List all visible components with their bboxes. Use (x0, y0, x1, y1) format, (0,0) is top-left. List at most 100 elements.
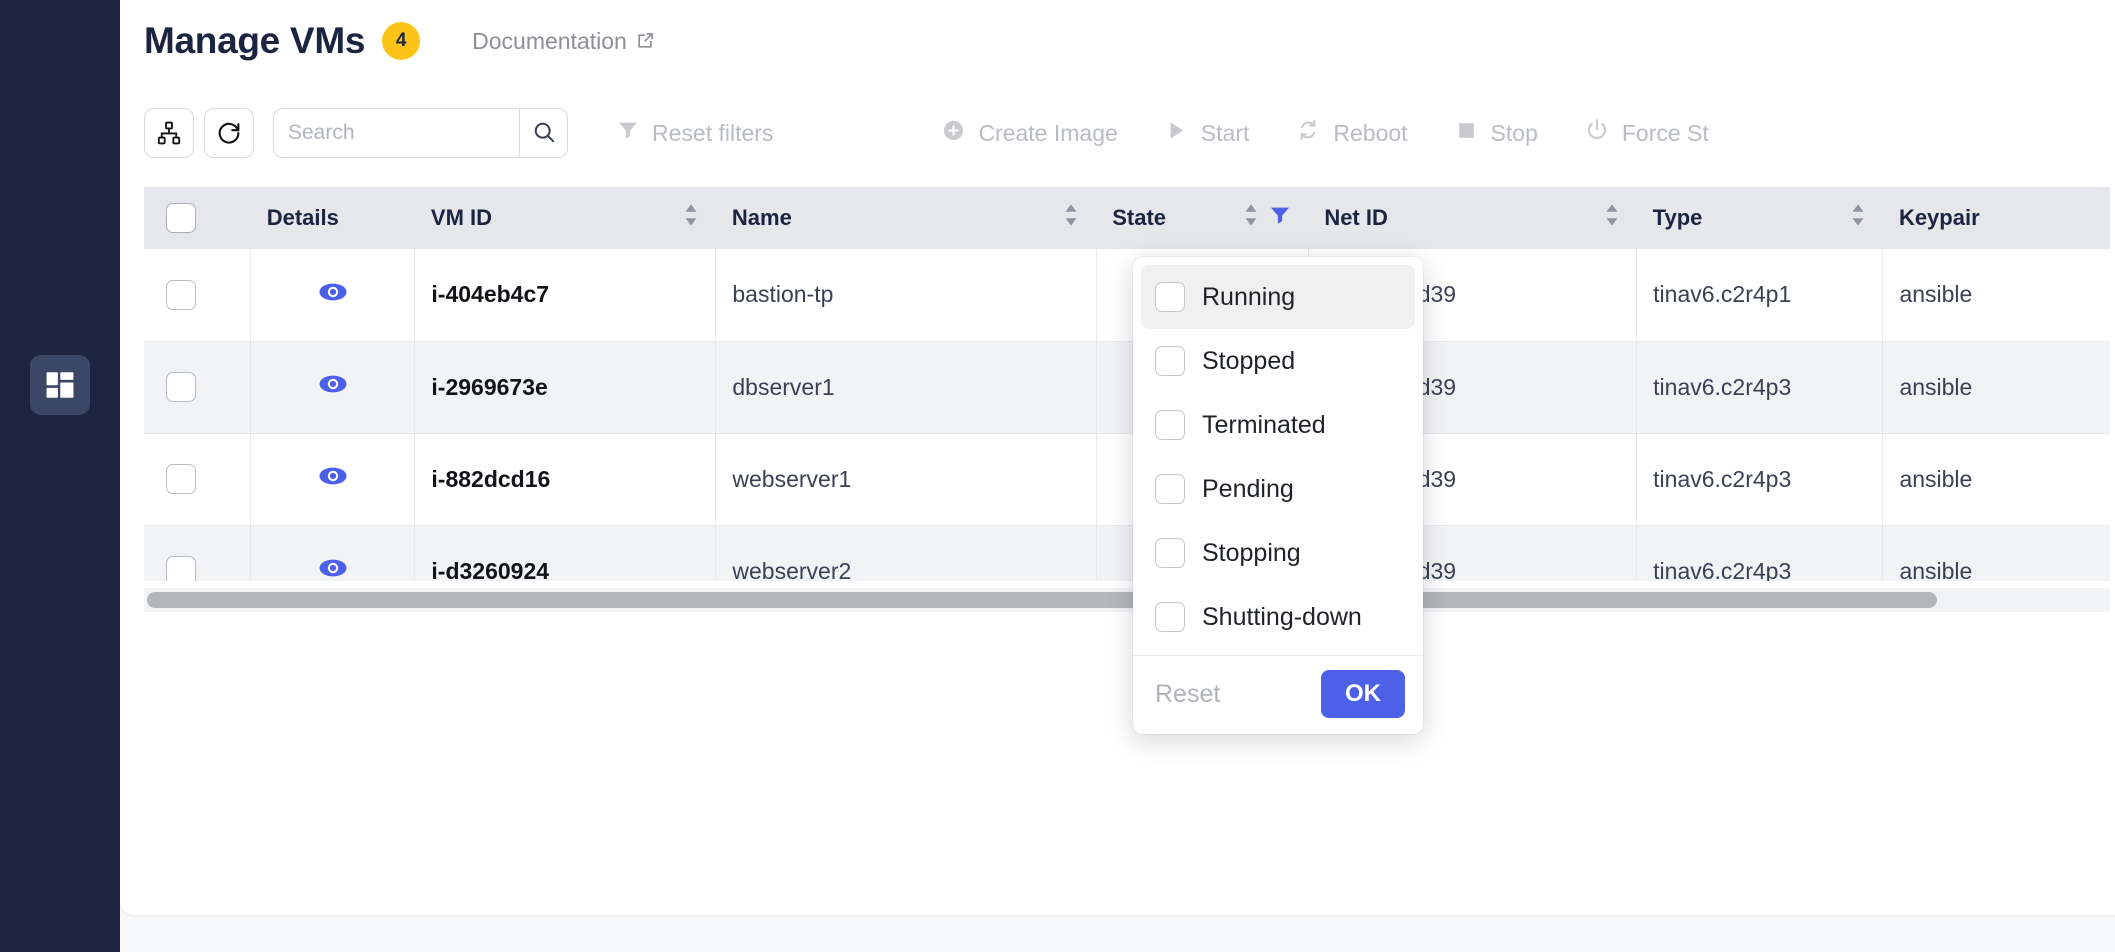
documentation-link[interactable]: Documentation (472, 28, 655, 55)
cell-keypair: ansible (1883, 341, 2110, 433)
state-filter-options: Running Stopped Terminated Pending Stopping S… (1133, 265, 1423, 649)
sort-icon-vm-id[interactable] (682, 202, 700, 234)
stop-button[interactable]: Stop (1454, 118, 1538, 149)
row-checkbox[interactable] (166, 280, 196, 310)
state-filter-option-label: Shutting-down (1202, 603, 1362, 632)
cell-vm-id: i-2969673e (415, 341, 716, 433)
cell-name: webserver1 (716, 433, 1096, 525)
row-details-cell (251, 249, 415, 341)
th-net-id[interactable]: Net ID (1308, 187, 1636, 249)
row-checkbox[interactable] (166, 556, 196, 581)
state-filter-option-checkbox[interactable] (1155, 346, 1185, 376)
eye-icon[interactable] (316, 459, 350, 499)
state-filter-option-label: Pending (1202, 475, 1294, 504)
state-filter-option-checkbox[interactable] (1155, 538, 1185, 568)
state-filter-ok-button[interactable]: OK (1321, 670, 1405, 718)
cell-vm-id: i-d3260924 (415, 525, 716, 581)
select-all-checkbox[interactable] (166, 203, 196, 233)
plus-circle-icon (941, 118, 966, 149)
force-stop-button[interactable]: Force St (1584, 117, 1709, 149)
state-filter-option-label: Stopped (1202, 347, 1295, 376)
sitemap-icon (156, 120, 182, 146)
sort-icon-type[interactable] (1849, 202, 1867, 234)
start-button[interactable]: Start (1164, 118, 1250, 149)
vm-table-header-row: Details VM ID (144, 187, 2110, 249)
th-state[interactable]: State (1096, 187, 1308, 249)
sort-icon-name[interactable] (1062, 202, 1080, 234)
state-filter-option-checkbox[interactable] (1155, 410, 1185, 440)
sidebar (0, 0, 120, 952)
refresh-button[interactable] (204, 108, 254, 158)
search-icon (531, 119, 557, 148)
stop-label: Stop (1491, 120, 1538, 147)
filter-icon (616, 118, 640, 148)
eye-icon[interactable] (316, 275, 350, 315)
state-filter-option[interactable]: Running (1141, 265, 1415, 329)
sidebar-item-dashboard[interactable] (30, 355, 90, 415)
state-filter-dropdown: Running Stopped Terminated Pending Stopping S… (1133, 257, 1423, 734)
th-type-label: Type (1653, 205, 1703, 231)
eye-icon[interactable] (316, 367, 350, 407)
filter-icon-state[interactable] (1268, 203, 1292, 233)
state-filter-option-checkbox[interactable] (1155, 282, 1185, 312)
table-horizontal-scrollbar[interactable] (144, 588, 2110, 612)
row-checkbox[interactable] (166, 372, 196, 402)
table-scrollbar-thumb[interactable] (147, 592, 1937, 608)
state-filter-option-label: Stopping (1202, 539, 1301, 568)
search-box (273, 108, 568, 158)
th-type[interactable]: Type (1637, 187, 1883, 249)
reset-filters-label: Reset filters (652, 120, 773, 147)
search-button[interactable] (519, 109, 567, 157)
sort-icon-net-id[interactable] (1603, 202, 1621, 234)
search-input[interactable] (274, 109, 519, 157)
page-card: Manage VMs 4 Documentation (120, 0, 2115, 915)
state-filter-option[interactable]: Shutting-down (1141, 585, 1415, 649)
state-filter-option-label: Running (1202, 283, 1295, 312)
state-filter-footer: Reset OK (1133, 655, 1423, 734)
sort-icon-state[interactable] (1242, 202, 1260, 234)
cell-vm-id: i-404eb4c7 (415, 249, 716, 341)
th-select-all (144, 187, 251, 249)
state-filter-option[interactable]: Stopped (1141, 329, 1415, 393)
sitemap-button[interactable] (144, 108, 194, 158)
row-checkbox[interactable] (166, 464, 196, 494)
toolbar: Reset filters Create Image (144, 107, 2115, 159)
th-details: Details (251, 187, 415, 249)
cell-type: tinav6.c2r4p3 (1637, 525, 1883, 581)
app-root: Manage VMs 4 Documentation (0, 0, 2115, 952)
state-filter-option[interactable]: Stopping (1141, 521, 1415, 585)
start-label: Start (1201, 120, 1250, 147)
create-image-button[interactable]: Create Image (941, 118, 1117, 149)
th-net-id-label: Net ID (1324, 205, 1388, 231)
cell-keypair: ansible (1883, 249, 2110, 341)
table-row[interactable]: i-d3260924webserver2vpc-c8ffdd39tinav6.c… (144, 525, 2110, 581)
table-row[interactable]: i-882dcd16webserver1vpc-c8ffdd39tinav6.c… (144, 433, 2110, 525)
play-icon (1164, 118, 1189, 149)
th-name[interactable]: Name (716, 187, 1096, 249)
state-filter-reset-button[interactable]: Reset (1155, 680, 1220, 709)
table-row[interactable]: i-2969673edbserver1vpc-c8ffdd39tinav6.c2… (144, 341, 2110, 433)
state-filter-option-checkbox[interactable] (1155, 474, 1185, 504)
eye-icon[interactable] (316, 551, 350, 581)
cell-type: tinav6.c2r4p1 (1637, 249, 1883, 341)
row-details-cell (251, 433, 415, 525)
state-filter-option[interactable]: Terminated (1141, 393, 1415, 457)
documentation-link-label: Documentation (472, 28, 627, 55)
reset-filters-button[interactable]: Reset filters (616, 118, 773, 148)
th-keypair-label: Keypair (1899, 205, 1980, 231)
vm-table-container: Details VM ID (144, 187, 2110, 581)
state-filter-option-checkbox[interactable] (1155, 602, 1185, 632)
force-stop-label: Force St (1622, 120, 1709, 147)
power-icon (1584, 117, 1610, 149)
state-filter-option[interactable]: Pending (1141, 457, 1415, 521)
cell-name: dbserver1 (716, 341, 1096, 433)
vm-table-head: Details VM ID (144, 187, 2110, 249)
cell-type: tinav6.c2r4p3 (1637, 433, 1883, 525)
table-row[interactable]: i-404eb4c7bastion-tpvpc-c8ffdd39tinav6.c… (144, 249, 2110, 341)
main-content: Manage VMs 4 Documentation (120, 0, 2115, 952)
reboot-button[interactable]: Reboot (1295, 117, 1407, 149)
cell-name: bastion-tp (716, 249, 1096, 341)
th-keypair[interactable]: Keypair (1883, 187, 2110, 249)
th-vm-id[interactable]: VM ID (415, 187, 716, 249)
vm-table-body: i-404eb4c7bastion-tpvpc-c8ffdd39tinav6.c… (144, 249, 2110, 581)
